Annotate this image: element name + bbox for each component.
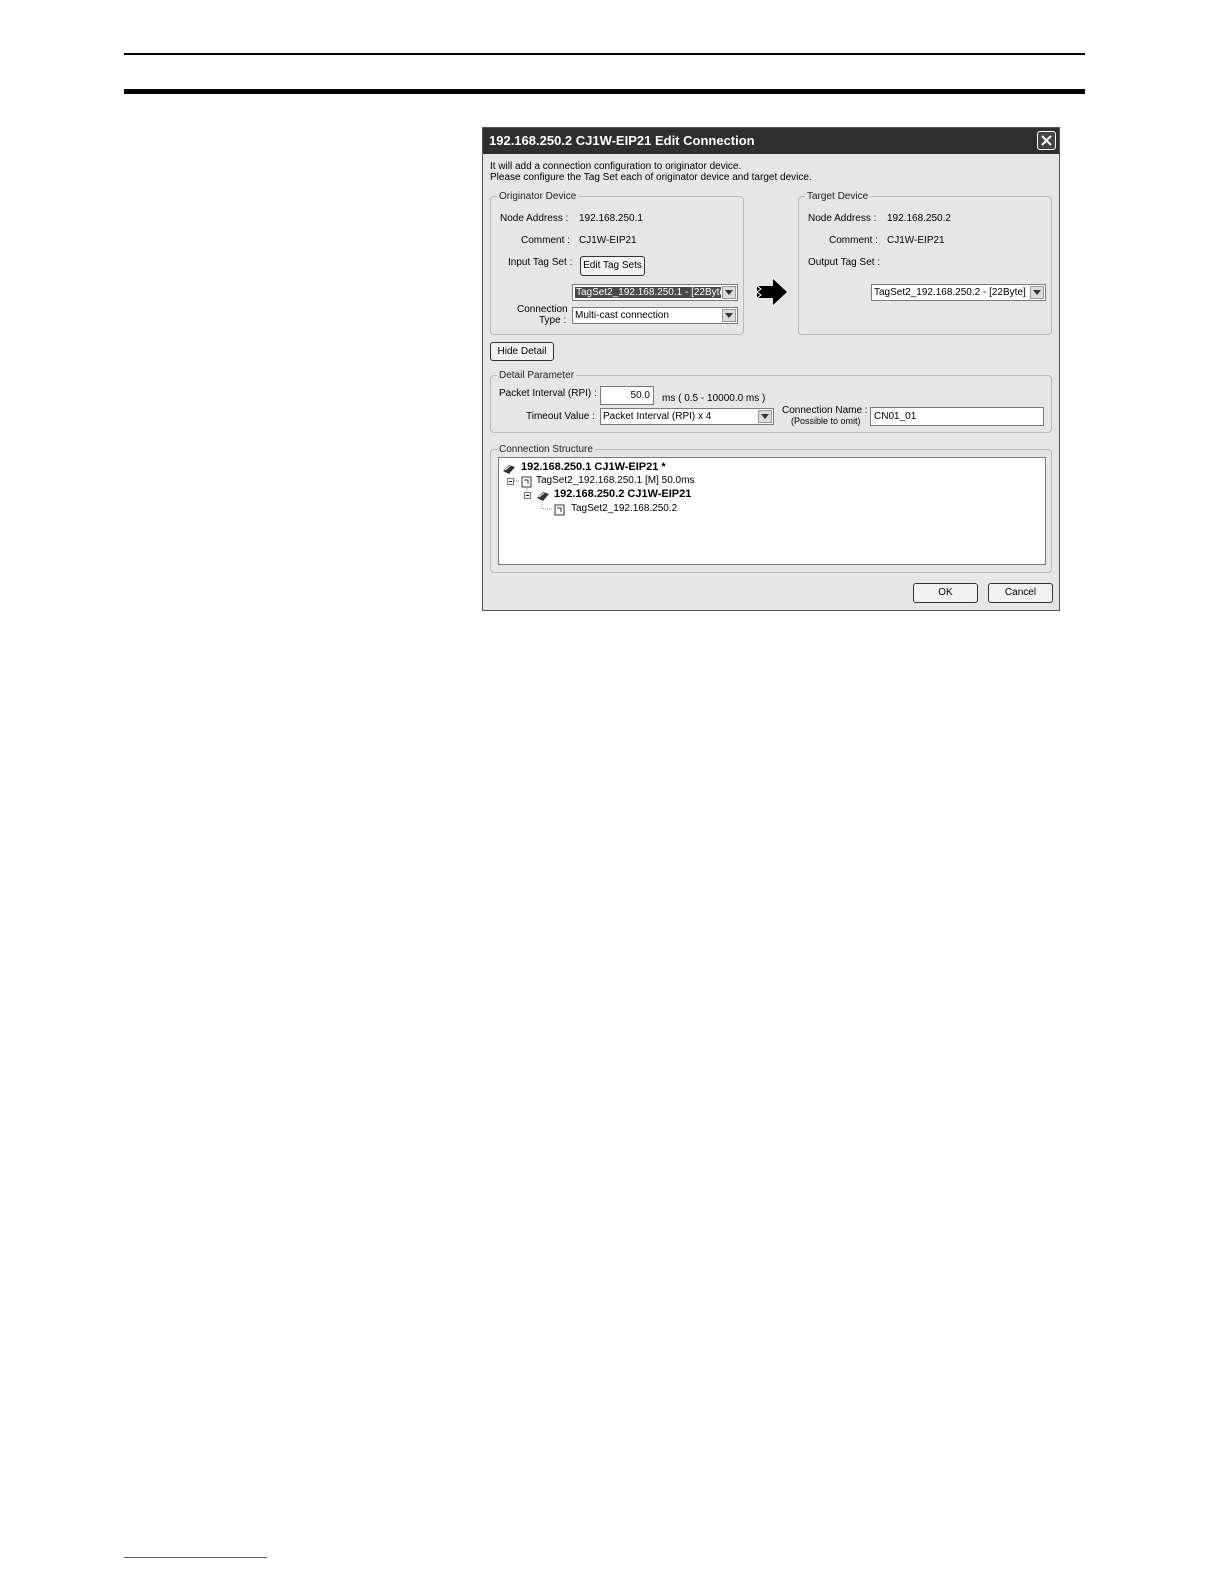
edit-connection-dialog: 192.168.250.2 CJ1W-EIP21 Edit Connection… bbox=[482, 127, 1060, 611]
target-legend: Target Device bbox=[805, 191, 871, 202]
edit-tag-sets-button[interactable]: Edit Tag Sets bbox=[580, 256, 645, 276]
originator-node-address: 192.168.250.1 bbox=[579, 213, 643, 224]
target-node-address: 192.168.250.2 bbox=[887, 213, 951, 224]
tree-collapse-icon[interactable] bbox=[524, 492, 531, 499]
connection-type-label-1: Connection bbox=[517, 304, 568, 315]
packet-interval-label: Packet Interval (RPI) : bbox=[499, 388, 597, 399]
chevron-down-icon bbox=[722, 286, 736, 299]
plc-device-icon bbox=[536, 489, 550, 507]
originator-legend: Originator Device bbox=[497, 191, 579, 202]
tree-row-originator[interactable]: 192.168.250.1 CJ1W-EIP21 * bbox=[521, 461, 666, 473]
direction-arrow-icon bbox=[756, 279, 787, 305]
input-tag-set-select[interactable]: TagSet2_192.168.250.1 - [22Byte bbox=[572, 284, 738, 301]
originator-node-address-label: Node Address : bbox=[500, 213, 569, 224]
chevron-down-icon bbox=[1030, 286, 1044, 299]
output-tag-set-value: TagSet2_192.168.250.2 - [22Byte] bbox=[874, 287, 1026, 298]
dialog-title: 192.168.250.2 CJ1W-EIP21 Edit Connection bbox=[489, 133, 755, 148]
input-tag-set-value: TagSet2_192.168.250.1 - [22Byte bbox=[575, 287, 721, 298]
target-comment: CJ1W-EIP21 bbox=[887, 235, 945, 246]
intro-line-2: Please configure the Tag Set each of ori… bbox=[490, 172, 812, 183]
originator-device-group: Originator Device Node Address : 192.168… bbox=[490, 191, 744, 335]
output-tag-set-label: Output Tag Set : bbox=[808, 257, 881, 268]
packet-interval-range: ms ( 0.5 - 10000.0 ms ) bbox=[662, 393, 766, 404]
intro-line-1: It will add a connection configuration t… bbox=[490, 161, 742, 172]
chevron-down-icon bbox=[722, 309, 736, 322]
tree-row-target[interactable]: 192.168.250.2 CJ1W-EIP21 bbox=[554, 488, 691, 500]
connection-type-value: Multi-cast connection bbox=[575, 310, 669, 321]
packet-interval-input[interactable]: 50.0 bbox=[600, 386, 654, 405]
connection-name-label: Connection Name : bbox=[782, 405, 868, 416]
footer-link-underline bbox=[124, 1557, 267, 1558]
header-rule-thin bbox=[124, 53, 1085, 55]
tree-collapse-icon[interactable] bbox=[507, 478, 514, 485]
connection-type-select[interactable]: Multi-cast connection bbox=[572, 307, 738, 324]
tree-row-output-tag-set[interactable]: TagSet2_192.168.250.2 bbox=[571, 503, 677, 515]
target-device-group: Target Device Node Address : 192.168.250… bbox=[798, 191, 1052, 335]
chevron-down-icon bbox=[758, 410, 772, 423]
output-tag-set-select[interactable]: TagSet2_192.168.250.2 - [22Byte] bbox=[871, 284, 1046, 301]
connection-tree[interactable]: 192.168.250.1 CJ1W-EIP21 * TagSet2_192.1… bbox=[498, 457, 1046, 565]
close-icon bbox=[1041, 135, 1052, 146]
detail-parameter-group: Detail Parameter Packet Interval (RPI) :… bbox=[490, 370, 1052, 433]
tag-set-icon bbox=[554, 503, 565, 521]
dialog-titlebar: 192.168.250.2 CJ1W-EIP21 Edit Connection bbox=[483, 128, 1059, 154]
connection-type-label-2: Type : bbox=[539, 315, 567, 326]
tree-row-input-tag-set[interactable]: TagSet2_192.168.250.1 [M] 50.0ms bbox=[536, 475, 694, 487]
timeout-select[interactable]: Packet Interval (RPI) x 4 bbox=[600, 408, 774, 425]
target-comment-label: Comment : bbox=[829, 235, 878, 246]
structure-legend: Connection Structure bbox=[497, 444, 595, 455]
originator-comment-label: Comment : bbox=[521, 235, 570, 246]
hide-detail-button[interactable]: Hide Detail bbox=[490, 342, 554, 361]
ok-button[interactable]: OK bbox=[913, 583, 978, 603]
target-node-address-label: Node Address : bbox=[808, 213, 877, 224]
originator-comment: CJ1W-EIP21 bbox=[579, 235, 637, 246]
timeout-value: Packet Interval (RPI) x 4 bbox=[603, 411, 712, 422]
timeout-label: Timeout Value : bbox=[526, 411, 595, 422]
connection-name-hint: (Possible to omit) bbox=[791, 416, 861, 426]
header-rule-thick bbox=[124, 89, 1085, 94]
input-tag-set-label: Input Tag Set : bbox=[508, 257, 573, 268]
tag-set-icon bbox=[521, 475, 532, 493]
detail-legend: Detail Parameter bbox=[497, 370, 577, 381]
connection-name-input[interactable]: CN01_01 bbox=[870, 407, 1044, 426]
cancel-button[interactable]: Cancel bbox=[988, 583, 1053, 603]
close-button[interactable] bbox=[1037, 131, 1056, 150]
